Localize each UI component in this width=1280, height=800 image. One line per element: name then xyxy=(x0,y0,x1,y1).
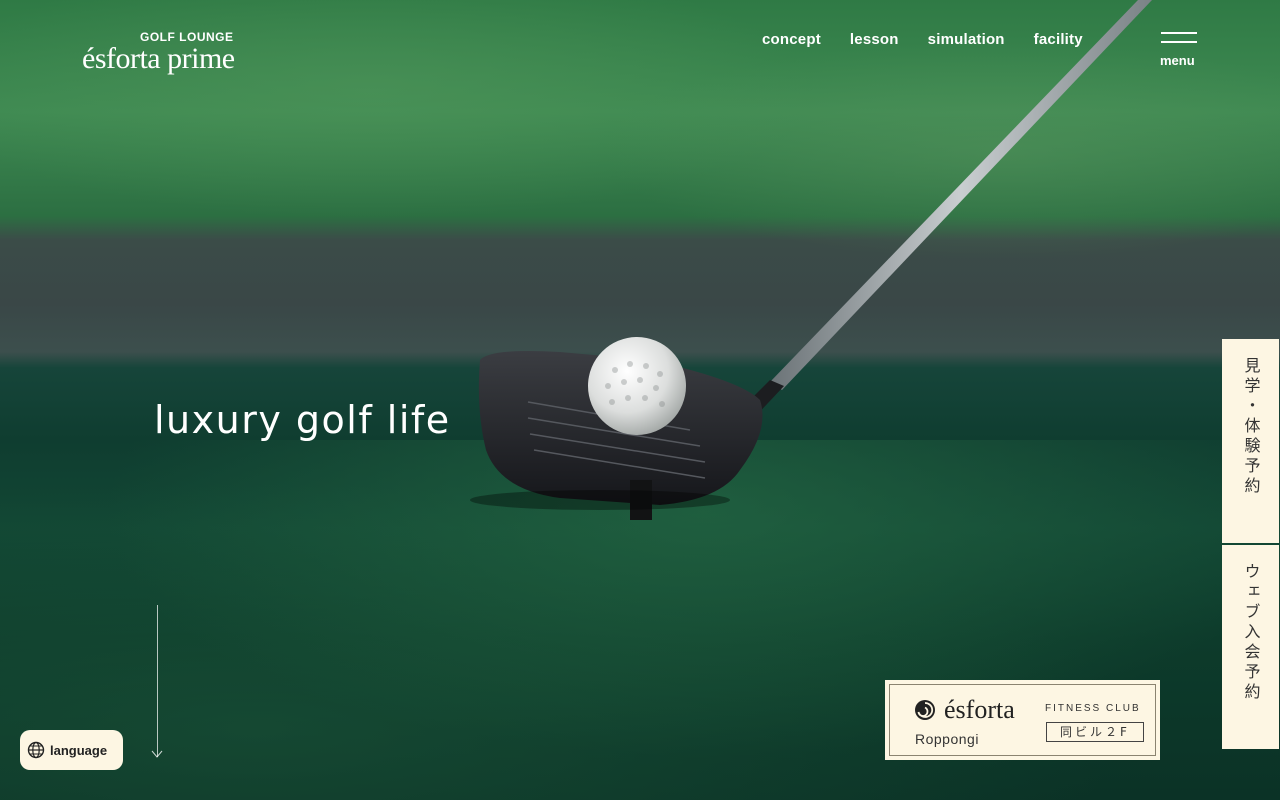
scroll-indicator-line xyxy=(157,605,158,757)
esforta-fitness-badge[interactable]: ésforta Roppongi FITNESS CLUB 同ビル２F xyxy=(885,680,1160,760)
badge-brand: ésforta xyxy=(944,695,1015,724)
hamburger-icon xyxy=(1161,32,1197,34)
hamburger-line xyxy=(1161,41,1197,43)
badge-club-type: FITNESS CLUB xyxy=(1045,703,1141,714)
language-label: language xyxy=(50,742,108,758)
badge-frame: ésforta Roppongi FITNESS CLUB 同ビル２F xyxy=(889,684,1156,756)
badge-logo: ésforta xyxy=(914,695,1015,725)
nav-concept[interactable]: concept xyxy=(762,31,821,48)
side-tab-visit-label: 見学・体験予約 xyxy=(1241,357,1261,497)
site-logo[interactable]: GOLF LOUNGE ésforta prime xyxy=(82,30,272,76)
nav-simulation[interactable]: simulation xyxy=(928,31,1005,48)
logo-wordmark: ésforta prime xyxy=(82,42,235,75)
swirl-logo-icon xyxy=(915,700,935,720)
side-tab-visit-reservation[interactable]: 見学・体験予約 xyxy=(1222,339,1279,543)
menu-label: menu xyxy=(1160,53,1195,68)
side-tab-web-join[interactable]: ウェブ入会予約 xyxy=(1222,545,1279,749)
menu-button[interactable]: menu xyxy=(1158,30,1200,70)
nav-lesson[interactable]: lesson xyxy=(850,31,899,48)
language-button[interactable]: language xyxy=(20,730,123,770)
nav-facility[interactable]: facility xyxy=(1034,31,1083,48)
badge-city: Roppongi xyxy=(915,731,979,747)
side-tab-join-label: ウェブ入会予約 xyxy=(1241,563,1261,703)
badge-floor: 同ビル２F xyxy=(1046,722,1144,742)
scroll-down-arrow-icon xyxy=(151,750,163,758)
main-nav: concept lesson simulation facility xyxy=(762,31,1083,48)
hero-tagline: luxury golf life xyxy=(154,398,451,442)
globe-icon xyxy=(27,741,45,759)
